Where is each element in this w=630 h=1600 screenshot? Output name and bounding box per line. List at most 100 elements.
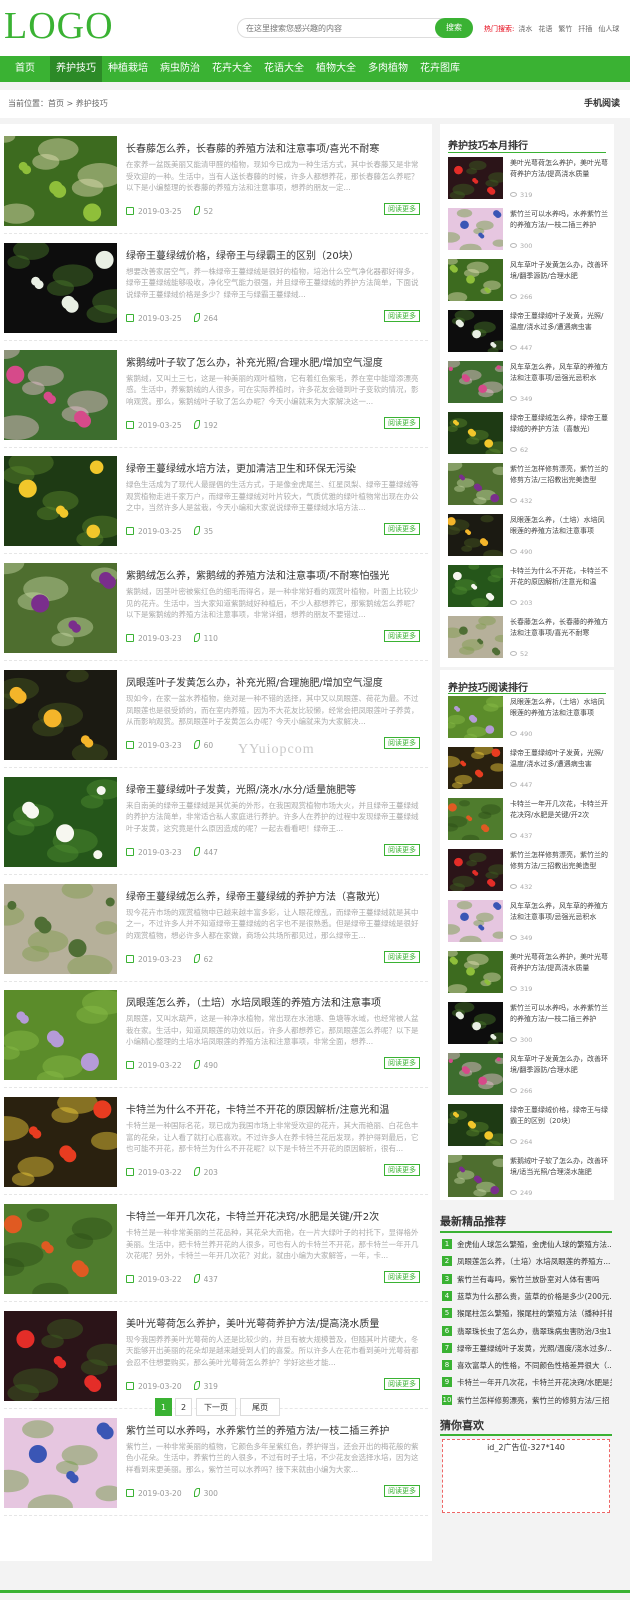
rank-item[interactable]: 美叶光萼荷怎么养护，美叶光萼荷养护方法/提高浇水质量 319 <box>448 951 612 1002</box>
nav-item-gallery[interactable]: 花卉图库 <box>414 56 466 82</box>
article-thumbnail[interactable] <box>4 563 117 654</box>
rank-item[interactable]: 风车草怎么养，风车草的养殖方法和注意事项/忌强光忌积水 349 <box>448 900 612 951</box>
article-title[interactable]: 卡特兰为什么不开花，卡特兰不开花的原因解析/注意光和温 <box>126 1101 426 1116</box>
rank-thumbnail[interactable] <box>448 259 503 301</box>
read-more-button[interactable]: 阅读更多 <box>384 1057 420 1070</box>
rank-thumbnail[interactable] <box>448 412 503 454</box>
article-thumbnail[interactable] <box>4 456 117 547</box>
rank-title[interactable]: 凤眼莲怎么养，（土培）水培凤眼莲的养殖方法和注意事项 <box>510 515 610 548</box>
article-item[interactable]: 绿帝王蔓绿绒价格，绿帝王与绿霸王的区别（20块） 想要改善家居空气，养一株绿帝王蔓… <box>4 235 428 341</box>
rank-item[interactable]: 紫鹅绒叶子软了怎么办，改善环境/适当光照/合理浇水施肥 249 <box>448 1155 612 1206</box>
article-title[interactable]: 凤眼莲叶子发黄怎么办，补充光照/合理施肥/增加空气湿度 <box>126 674 426 689</box>
rank-item[interactable]: 凤眼莲怎么养，（土培）水培凤眼莲的养殖方法和注意事项 490 <box>448 514 612 565</box>
rank-item[interactable]: 绿帝王蔓绿绒叶子发黄，光照/温度/浇水过多/遭遇病虫害 447 <box>448 310 612 361</box>
rank-item[interactable]: 绿帝王蔓绿绒叶子发黄，光照/温度/浇水过多/遭遇病虫害 447 <box>448 747 612 798</box>
recommend-item[interactable]: 6 翡翠珠长虫了怎么办，翡翠珠病虫害防治/3虫1 <box>442 1324 612 1340</box>
rank-thumbnail[interactable] <box>448 565 503 607</box>
hot-term[interactable]: 浇水 <box>518 25 532 33</box>
nav-item-care-tips[interactable]: 养护技巧 <box>50 56 102 82</box>
rank-thumbnail[interactable] <box>448 1155 503 1197</box>
rank-title[interactable]: 美叶光萼荷怎么养护，美叶光萼荷养护方法/提高浇水质量 <box>510 952 610 985</box>
last-page-button[interactable]: 尾页 <box>240 1398 280 1416</box>
article-item[interactable]: 卡特兰一年开几次花，卡特兰开花决窍/水肥是关键/开2次 卡特兰是一种非常美丽的兰花… <box>4 1196 428 1302</box>
recommend-title[interactable]: 紫竹兰有毒吗，紫竹兰放卧室对人体有害吗 <box>457 1275 600 1284</box>
recommend-item[interactable]: 3 紫竹兰有毒吗，紫竹兰放卧室对人体有害吗 <box>442 1272 612 1288</box>
rank-item[interactable]: 紫竹兰可以水养吗，水养紫竹兰的养殖方法/一枝二插三养护 300 <box>448 208 612 259</box>
recommend-item[interactable]: 9 卡特兰一年开几次花，卡特兰开花决窍/水肥是关 <box>442 1375 612 1391</box>
rank-thumbnail[interactable] <box>448 310 503 352</box>
article-thumbnail[interactable] <box>4 776 117 867</box>
read-more-button[interactable]: 阅读更多 <box>384 203 420 215</box>
article-item[interactable]: 紫竹兰可以水养吗，水养紫竹兰的养殖方法/一枝二插三养护 紫竹兰，一种非常美丽的植物… <box>4 1410 428 1516</box>
article-item[interactable]: 紫鹅绒叶子软了怎么办，补充光照/合理水肥/增加空气湿度 紫鹅绒，又叫土三七，这是一… <box>4 342 428 448</box>
rank-item[interactable]: 绿帝王蔓绿绒价格，绿帝王与绿霸王的区别（20块） 264 <box>448 1104 612 1155</box>
rank-title[interactable]: 绿帝王蔓绿绒价格，绿帝王与绿霸王的区别（20块） <box>510 1105 610 1138</box>
article-title[interactable]: 美叶光萼荷怎么养护，美叶光萼荷养护方法/提高浇水质量 <box>126 1315 426 1330</box>
hot-term[interactable]: 扦插 <box>578 25 592 33</box>
recommend-title[interactable]: 绿帝王蔓绿绒叶子发黄，光照/温度/浇水过多/... <box>457 1344 612 1353</box>
rank-thumbnail[interactable] <box>448 900 503 942</box>
rank-item[interactable]: 风车草叶子发黄怎么办，改善环境/翻季源防/合理水肥 266 <box>448 1053 612 1104</box>
rank-title[interactable]: 卡特兰一年开几次花，卡特兰开花决窍/水肥是关键/开2次 <box>510 799 610 832</box>
article-thumbnail[interactable] <box>4 883 117 974</box>
recommend-item[interactable]: 1 金虎仙人球怎么繁殖，金虎仙人球的繁殖方法... <box>442 1237 612 1253</box>
article-item[interactable]: 凤眼莲叶子发黄怎么办，补充光照/合理施肥/增加空气湿度 现如今，在家一盆水养植物，… <box>4 662 428 768</box>
rank-title[interactable]: 风车草叶子发黄怎么办，改善环境/翻季源防/合理水肥 <box>510 1054 610 1087</box>
hot-term[interactable]: 繁竹 <box>558 25 572 33</box>
rank-item[interactable]: 紫竹兰怎样修剪漂亮，紫竹兰的修剪方法/三招教出完美造型 432 <box>448 849 612 900</box>
search-button[interactable]: 搜索 <box>435 18 473 38</box>
article-item[interactable]: 绿帝王蔓绿绒怎么养，绿帝王蔓绿绒的养护方法（喜散光） 现今花卉市场的观赏植物中已越… <box>4 876 428 982</box>
read-more-button[interactable]: 阅读更多 <box>384 1484 420 1497</box>
article-title[interactable]: 绿帝王蔓绿绒叶子发黄，光照/浇水/水分/适量施肥等 <box>126 781 426 796</box>
rank-item[interactable]: 卡特兰一年开几次花，卡特兰开花决窍/水肥是关键/开2次 437 <box>448 798 612 849</box>
article-item[interactable]: 绿帝王蔓绿绒水培方法，更加清洁卫生和环保无污染 绿色生活成为了现代人最提倡的生活方… <box>4 448 428 555</box>
hot-term[interactable]: 花语 <box>538 25 552 33</box>
rank-title[interactable]: 风车草怎么养，风车草的养殖方法和注意事项/忌强光忌积水 <box>510 362 610 395</box>
nav-item-flowers[interactable]: 花卉大全 <box>206 56 258 82</box>
article-title[interactable]: 紫竹兰可以水养吗，水养紫竹兰的养殖方法/一枝二插三养护 <box>126 1422 426 1437</box>
rank-item[interactable]: 紫竹兰怎样修剪漂亮，紫竹兰的修剪方法/三招教出完美造型 432 <box>448 463 612 514</box>
rank-thumbnail[interactable] <box>448 849 503 891</box>
rank-item[interactable]: 卡特兰为什么不开花，卡特兰不开花的原因解析/注意光和温 203 <box>448 565 612 616</box>
read-more-button[interactable]: 阅读更多 <box>384 737 420 749</box>
read-more-button[interactable]: 阅读更多 <box>384 630 420 643</box>
article-title[interactable]: 长春藤怎么养，长春藤的养殖方法和注意事项/喜光不耐寒 <box>126 140 426 155</box>
recommend-item[interactable]: 5 猴尾柱怎么繁殖，猴尾柱的繁殖方法（播种扦插） <box>442 1306 612 1322</box>
article-item[interactable]: 凤眼莲怎么养，（土培）水培凤眼莲的养殖方法和注意事项 凤眼莲，又叫水葫芦，这是一种… <box>4 982 428 1089</box>
recommend-title[interactable]: 喜欢富草人的性格，不同颜色性格差异很大（... <box>457 1361 612 1370</box>
rank-thumbnail[interactable] <box>448 1053 503 1095</box>
rank-thumbnail[interactable] <box>448 1002 503 1044</box>
read-more-button[interactable]: 阅读更多 <box>384 843 420 856</box>
article-title[interactable]: 绿帝王蔓绿绒怎么养，绿帝王蔓绿绒的养护方法（喜散光） <box>126 888 426 903</box>
article-thumbnail[interactable] <box>4 136 117 226</box>
rank-thumbnail[interactable] <box>448 208 503 250</box>
read-more-button[interactable]: 阅读更多 <box>384 309 420 322</box>
rank-thumbnail[interactable] <box>448 747 503 789</box>
recommend-title[interactable]: 翡翠珠长虫了怎么办，翡翠珠病虫害防治/3虫1 <box>457 1327 612 1336</box>
article-thumbnail[interactable] <box>4 242 117 333</box>
article-thumbnail[interactable] <box>4 670 117 760</box>
rank-thumbnail[interactable] <box>448 361 503 403</box>
rank-thumbnail[interactable] <box>448 514 503 556</box>
article-title[interactable]: 紫鹅绒怎么养，紫鹅绒的养殖方法和注意事项/不耐寒怕强光 <box>126 567 426 582</box>
rank-title[interactable]: 绿帝王蔓绿绒叶子发黄，光照/温度/浇水过多/遭遇病虫害 <box>510 748 610 781</box>
rank-title[interactable]: 紫竹兰可以水养吗，水养紫竹兰的养殖方法/一枝二插三养护 <box>510 1003 610 1036</box>
article-thumbnail[interactable] <box>4 1310 117 1401</box>
mobile-read-link[interactable]: 手机阅读 <box>584 90 620 118</box>
rank-item[interactable]: 风车草怎么养，风车草的养殖方法和注意事项/忌强光忌积水 349 <box>448 361 612 412</box>
article-thumbnail[interactable] <box>4 990 117 1081</box>
rank-thumbnail[interactable] <box>448 951 503 993</box>
rank-title[interactable]: 紫鹅绒叶子软了怎么办，改善环境/适当光照/合理浇水施肥 <box>510 1156 610 1189</box>
recommend-title[interactable]: 卡特兰一年开几次花，卡特兰开花决窍/水肥是关 <box>457 1378 612 1387</box>
nav-item-plants[interactable]: 植物大全 <box>310 56 362 82</box>
read-more-button[interactable]: 阅读更多 <box>384 1164 420 1177</box>
rank-thumbnail[interactable] <box>448 696 503 738</box>
nav-item-pest-control[interactable]: 病虫防治 <box>154 56 206 82</box>
recommend-title[interactable]: 蓝草为什么那么贵，蓝草的价格是多少(200元... <box>457 1292 612 1301</box>
article-thumbnail[interactable] <box>4 349 117 440</box>
rank-title[interactable]: 美叶光萼荷怎么养护，美叶光萼荷养护方法/提高浇水质量 <box>510 158 610 191</box>
article-title[interactable]: 卡特兰一年开几次花，卡特兰开花决窍/水肥是关键/开2次 <box>126 1208 426 1223</box>
recommend-title[interactable]: 猴尾柱怎么繁殖，猴尾柱的繁殖方法（播种扦插） <box>457 1309 612 1318</box>
rank-item[interactable]: 绿帝王蔓绿绒怎么养，绿帝王蔓绿绒的养护方法（喜散光） 62 <box>448 412 612 463</box>
nav-item-succulents[interactable]: 多肉植物 <box>362 56 414 82</box>
